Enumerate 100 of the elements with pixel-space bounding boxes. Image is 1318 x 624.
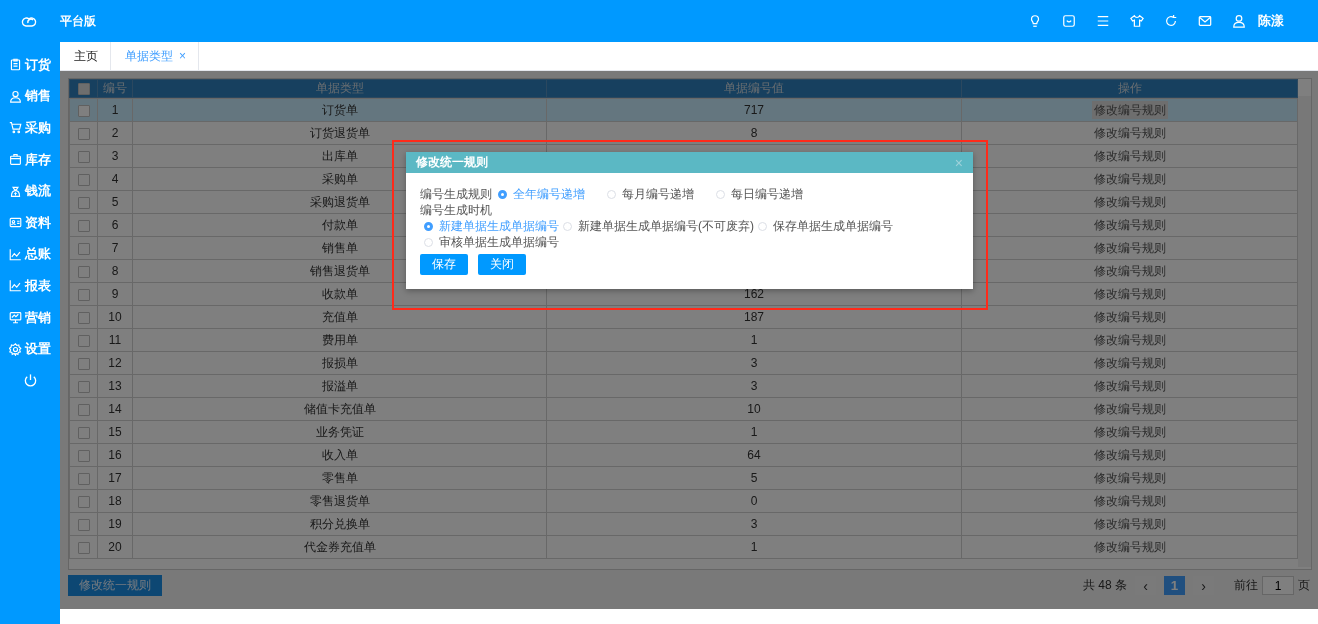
settings-icon: [9, 342, 22, 356]
edit-rule-link[interactable]: 修改编号规则: [1091, 491, 1168, 510]
checkbox[interactable]: [77, 127, 90, 140]
edit-rule-link[interactable]: 修改编号规则: [1091, 399, 1168, 418]
dialog-button[interactable]: 保存: [420, 254, 468, 275]
checkbox[interactable]: [77, 219, 90, 232]
edit-unified-rule-button[interactable]: 修改统一规则: [68, 575, 162, 596]
table-cell: 6: [97, 213, 133, 237]
checkbox[interactable]: [77, 288, 90, 301]
close-icon[interactable]: ×: [179, 49, 186, 63]
checkbox[interactable]: [77, 472, 90, 485]
checkbox[interactable]: [77, 403, 90, 416]
checkbox[interactable]: [77, 426, 90, 439]
sidebar-item[interactable]: 资料: [9, 206, 51, 239]
table-cell: 11: [97, 328, 133, 352]
table-cell: 代金券充值单: [132, 535, 547, 559]
column-header: 单据编号值: [546, 79, 962, 98]
table-cell: 零售退货单: [132, 489, 547, 513]
edit-rule-link[interactable]: 修改编号规则: [1091, 261, 1168, 280]
edit-rule-link[interactable]: 修改编号规则: [1091, 307, 1168, 326]
edit-rule-link[interactable]: 修改编号规则: [1091, 537, 1168, 556]
table-cell: 储值卡充值单: [132, 397, 547, 421]
sidebar-item[interactable]: 库存: [9, 143, 51, 176]
edit-rule-link[interactable]: 修改编号规则: [1091, 146, 1168, 165]
radio-label[interactable]: 每日编号递增: [731, 186, 803, 202]
checkbox[interactable]: [77, 334, 90, 347]
table-cell: 收入单: [132, 443, 547, 467]
checkbox[interactable]: [77, 380, 90, 393]
page-input-field[interactable]: 1: [1262, 576, 1294, 595]
radio-label[interactable]: 新建单据生成单据编号(不可废弃): [578, 218, 754, 234]
shirt-icon[interactable]: [1130, 14, 1144, 28]
checkbox[interactable]: [77, 196, 90, 209]
table-cell: 充值单: [132, 305, 547, 329]
checkbox[interactable]: [77, 311, 90, 324]
menu-icon[interactable]: [1096, 14, 1110, 28]
line-chart-icon: [9, 279, 22, 293]
sidebar-item[interactable]: 报表: [9, 270, 51, 302]
edit-rule-link[interactable]: 修改编号规则: [1091, 376, 1168, 395]
checkbox[interactable]: [77, 541, 90, 554]
edit-rule-link[interactable]: 修改编号规则: [1091, 353, 1168, 372]
scrollbar[interactable]: [1298, 96, 1311, 567]
edit-rule-link[interactable]: 修改编号规则: [1091, 514, 1168, 533]
radio-label[interactable]: 保存单据生成单据编号: [773, 218, 893, 234]
person-icon: [9, 89, 22, 103]
edit-rule-link[interactable]: 修改编号规则: [1091, 468, 1168, 487]
sidebar-item[interactable]: 采购: [9, 112, 51, 144]
edit-rule-link[interactable]: 修改编号规则: [1091, 123, 1168, 142]
edit-rule-link[interactable]: 修改编号规则: [1091, 238, 1168, 257]
checkbox[interactable]: [77, 173, 90, 186]
table-cell: 报损单: [132, 351, 547, 375]
line-chart-icon: [9, 247, 22, 261]
table-cell: 19: [97, 512, 133, 536]
edit-rule-link[interactable]: 修改编号规则: [1091, 192, 1168, 211]
total-count: 共 48 条: [1083, 577, 1127, 594]
checkbox[interactable]: [77, 518, 90, 531]
sidebar-item[interactable]: 订货: [9, 49, 51, 81]
smile-square-icon[interactable]: [1062, 14, 1076, 28]
edit-rule-link[interactable]: 修改编号规则: [1091, 330, 1168, 349]
checkbox[interactable]: [77, 265, 90, 278]
table-cell: 3: [546, 351, 962, 375]
checkbox[interactable]: [77, 449, 90, 462]
page-suffix: 页: [1298, 577, 1310, 594]
mail-icon[interactable]: [1198, 14, 1212, 28]
lightbulb-icon[interactable]: [1028, 14, 1042, 28]
table-cell: 5: [546, 466, 962, 490]
table-cell: 订货退货单: [132, 121, 547, 145]
sidebar-item[interactable]: 设置: [9, 333, 51, 365]
sidebar-item[interactable]: 营销: [9, 301, 51, 334]
table-cell: 4: [97, 167, 133, 191]
sidebar-item[interactable]: 总账: [9, 238, 51, 271]
power-icon[interactable]: [22, 372, 38, 388]
table-cell: 717: [546, 98, 962, 122]
edit-rule-link[interactable]: 修改编号规则: [1091, 169, 1168, 188]
radio-button[interactable]: [498, 189, 507, 199]
radio-label[interactable]: 每月编号递增: [622, 186, 694, 202]
table-cell: 1: [546, 535, 962, 559]
table-cell: 1: [546, 420, 962, 444]
user-name[interactable]: 陈漾: [1258, 12, 1284, 30]
checkbox[interactable]: [77, 83, 90, 96]
table-cell: 10: [546, 397, 962, 421]
edit-rule-link[interactable]: 修改编号规则: [1091, 100, 1168, 119]
checkbox[interactable]: [77, 495, 90, 508]
refresh-icon[interactable]: [1164, 14, 1178, 28]
edit-rule-link[interactable]: 修改编号规则: [1091, 215, 1168, 234]
page-number-button[interactable]: 1: [1164, 576, 1185, 595]
checkbox[interactable]: [77, 357, 90, 370]
table-cell: 18: [97, 489, 133, 513]
user-icon[interactable]: [1232, 14, 1246, 28]
radio-button[interactable]: [424, 221, 433, 231]
checkbox[interactable]: [77, 150, 90, 163]
checkbox[interactable]: [77, 242, 90, 255]
sidebar-item[interactable]: 钱流: [9, 175, 51, 207]
dialog-button[interactable]: 关闭: [478, 254, 526, 275]
table-cell: 零售单: [132, 466, 547, 490]
sidebar-item[interactable]: 销售: [9, 80, 51, 113]
edit-rule-link[interactable]: 修改编号规则: [1091, 284, 1168, 303]
cart-icon: [9, 121, 22, 135]
edit-rule-link[interactable]: 修改编号规则: [1091, 445, 1168, 464]
edit-rule-link[interactable]: 修改编号规则: [1091, 422, 1168, 441]
checkbox[interactable]: [77, 104, 90, 117]
